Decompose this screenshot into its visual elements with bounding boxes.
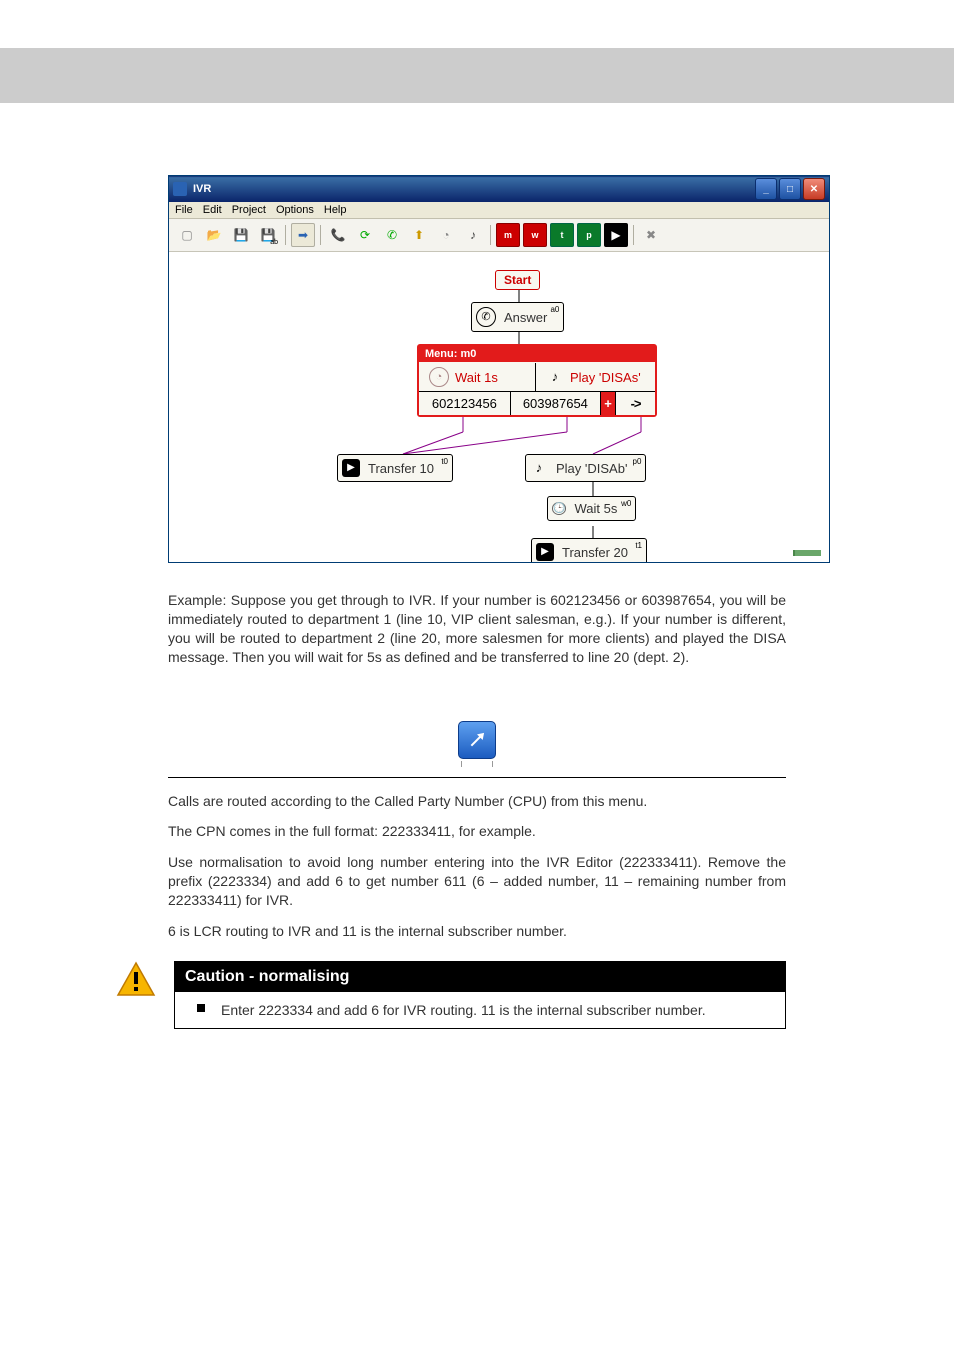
- play-disab-label: Play 'DISAb': [556, 461, 627, 476]
- transfer20-tag: t1: [635, 541, 642, 550]
- open-icon[interactable]: 📂: [202, 223, 226, 247]
- answer-node[interactable]: ✆ Answer a0: [471, 302, 564, 332]
- answer-icon[interactable]: ✆: [380, 223, 404, 247]
- menu-number1[interactable]: 602123456: [419, 392, 510, 415]
- maximize-button[interactable]: □: [779, 178, 801, 200]
- transfer20-node[interactable]: ▶ Transfer 20 t1: [531, 538, 647, 562]
- phone-icon: ✆: [476, 307, 496, 327]
- delete-icon[interactable]: ✖: [639, 223, 663, 247]
- icon-hotspots: [168, 761, 786, 767]
- toolbar-separator: [490, 225, 491, 245]
- app-title: IVR: [193, 183, 211, 195]
- menubar: File Edit Project Options Help: [169, 202, 829, 219]
- menu-play-label: Play 'DISAs': [570, 370, 641, 385]
- menu-node[interactable]: Menu: m0 ◔ Wait 1s ♪ Play 'DISAs': [417, 344, 657, 417]
- menu-continue-arrow[interactable]: ->: [615, 392, 655, 415]
- toolbar: ▢ 📂 💾 💾ab ➡ 📞 ⟳ ✆ ⬆ ◔ ♪ m w t p ▶: [169, 219, 829, 252]
- cpn-p4: 6 is LCR routing to IVR and 11 is the in…: [168, 922, 786, 941]
- menu-project[interactable]: Project: [232, 204, 266, 216]
- menu-help[interactable]: Help: [324, 204, 347, 216]
- page-header-band: [0, 48, 954, 103]
- menu-options[interactable]: Options: [276, 204, 314, 216]
- new-icon[interactable]: ▢: [175, 223, 199, 247]
- caution-title: Caution - normalising: [175, 962, 785, 992]
- start-label: Start: [504, 273, 531, 287]
- save-as-icon[interactable]: 💾ab: [256, 223, 280, 247]
- caution-callout: Caution - normalising Enter 2223334 and …: [174, 961, 786, 1029]
- transfer20-label: Transfer 20: [562, 545, 628, 560]
- toolbar-separator: [285, 225, 286, 245]
- transfer10-label: Transfer 10: [368, 461, 434, 476]
- minimize-button[interactable]: _: [755, 178, 777, 200]
- wait5-label: Wait 5s: [574, 501, 617, 516]
- clock-icon: ◔: [429, 367, 449, 387]
- menu-add-button[interactable]: +: [600, 392, 615, 415]
- menu-wait-label: Wait 1s: [455, 370, 498, 385]
- transfer-icon: ▶: [536, 543, 554, 561]
- cpn-p2: The CPN comes in the full format: 222333…: [168, 822, 786, 841]
- warning-icon: [116, 961, 156, 997]
- example-paragraph: Example: Suppose you get through to IVR.…: [168, 591, 786, 667]
- cpn-section: Calls are routed according to the Called…: [168, 792, 786, 941]
- diagram-canvas[interactable]: Start ✆ Answer a0 Menu: m0 ◔ Wait: [169, 252, 825, 562]
- transfer10-tag: t0: [441, 457, 448, 466]
- wait5-node[interactable]: 🕒 Wait 5s w0: [547, 496, 636, 521]
- redial-icon[interactable]: ⟳: [353, 223, 377, 247]
- transfer-icon: ▶: [342, 459, 360, 477]
- goto-icon[interactable]: ➡: [291, 223, 315, 247]
- answer-tag: a0: [550, 305, 559, 314]
- app-icon: [173, 182, 187, 196]
- toolbar-separator: [320, 225, 321, 245]
- toolbar-separator: [633, 225, 634, 245]
- scroll-thumb[interactable]: [793, 550, 821, 556]
- node-w-icon[interactable]: w: [523, 223, 547, 247]
- wait-icon[interactable]: ◔: [434, 223, 458, 247]
- menu-number2[interactable]: 603987654: [510, 392, 600, 415]
- cpn-p3: Use normalisation to avoid long number e…: [168, 853, 786, 910]
- menu-edit[interactable]: Edit: [203, 204, 222, 216]
- goto-large-icon: [168, 721, 786, 759]
- wait5-tag: w0: [621, 499, 631, 508]
- play-disab-node[interactable]: ♪ Play 'DISAb' p0: [525, 454, 646, 482]
- start-node[interactable]: Start: [495, 270, 540, 290]
- menu-title: Menu: m0: [419, 346, 655, 362]
- play-icon[interactable]: ♪: [461, 223, 485, 247]
- bullet-icon: [197, 1004, 205, 1012]
- divider: [168, 777, 786, 778]
- hangup-icon[interactable]: ⬆: [407, 223, 431, 247]
- transfer-node-icon[interactable]: ▶: [604, 223, 628, 247]
- titlebar: IVR _ □ ✕: [169, 176, 829, 202]
- node-p-icon[interactable]: p: [577, 223, 601, 247]
- answer-label: Answer: [504, 310, 547, 325]
- play-disab-tag: p0: [633, 457, 642, 466]
- cpn-p1: Calls are routed according to the Called…: [168, 792, 786, 811]
- note-icon: ♪: [530, 459, 548, 477]
- node-m-icon[interactable]: m: [496, 223, 520, 247]
- transfer10-node[interactable]: ▶ Transfer 10 t0: [337, 454, 453, 482]
- clock-icon: 🕒: [552, 502, 566, 515]
- ivr-app-window: IVR _ □ ✕ File Edit Project Options Help…: [168, 175, 830, 563]
- node-t-icon[interactable]: t: [550, 223, 574, 247]
- save-icon[interactable]: 💾: [229, 223, 253, 247]
- caution-body: Enter 2223334 and add 6 for IVR routing.…: [221, 1002, 706, 1018]
- note-icon: ♪: [546, 368, 564, 386]
- close-window-button[interactable]: ✕: [803, 178, 825, 200]
- menu-file[interactable]: File: [175, 204, 193, 216]
- ring-icon[interactable]: 📞: [326, 223, 350, 247]
